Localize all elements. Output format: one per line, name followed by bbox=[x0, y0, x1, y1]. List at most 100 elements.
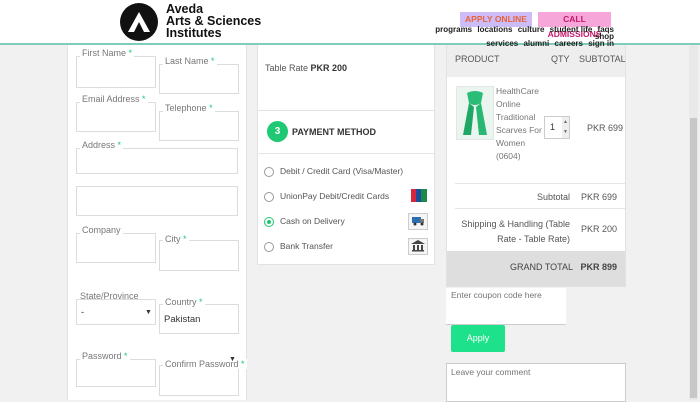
city-input[interactable] bbox=[159, 240, 239, 271]
email-field: Email Address * bbox=[76, 94, 156, 134]
email-input[interactable] bbox=[76, 102, 156, 132]
coupon-input[interactable] bbox=[451, 290, 561, 300]
chevron-down-icon: ▼ bbox=[229, 356, 236, 363]
password-field: Password * bbox=[76, 351, 156, 387]
shipping-label-line: Rate - Table Rate) bbox=[497, 234, 570, 244]
radio-button[interactable] bbox=[264, 192, 274, 202]
radio-button[interactable] bbox=[264, 167, 274, 177]
first-name-label: First Name bbox=[82, 48, 127, 58]
step-number-badge: 3 bbox=[267, 121, 288, 142]
product-name-line: (0604) bbox=[496, 151, 521, 161]
payment-option-unionpay[interactable]: UnionPay Debit/Credit Cards bbox=[264, 188, 428, 204]
grand-total-value: PKR 899 bbox=[580, 262, 617, 272]
nav-link-student-life[interactable]: student life bbox=[550, 25, 593, 34]
divider bbox=[455, 183, 625, 184]
bank-icon bbox=[408, 238, 428, 255]
last-name-field: Last Name * bbox=[159, 56, 239, 96]
billing-address-panel: First Name * Last Name * Email Address *… bbox=[67, 43, 247, 400]
radio-button-selected[interactable] bbox=[264, 217, 274, 227]
nav-link-sign-in[interactable]: sign in bbox=[588, 39, 614, 48]
payment-option-bank-transfer[interactable]: Bank Transfer bbox=[264, 238, 428, 255]
last-name-input[interactable] bbox=[159, 64, 239, 94]
scrollbar-thumb[interactable] bbox=[690, 118, 697, 398]
comment-field bbox=[446, 363, 626, 402]
required-mark: * bbox=[142, 94, 146, 104]
state-label: State/Province bbox=[80, 291, 139, 301]
required-mark: * bbox=[117, 140, 122, 150]
country-label: Country bbox=[165, 297, 197, 307]
first-name-input[interactable] bbox=[76, 56, 156, 88]
state-select[interactable] bbox=[76, 299, 156, 325]
required-mark: * bbox=[209, 103, 213, 113]
password-input[interactable] bbox=[76, 359, 156, 387]
address-label: Address bbox=[82, 140, 116, 150]
last-name-label: Last Name bbox=[165, 56, 209, 66]
product-name-line: Online bbox=[496, 99, 521, 109]
shipping-rate[interactable]: Table Rate PKR 200 bbox=[265, 63, 347, 73]
grand-total-row: GRAND TOTAL PKR 899 bbox=[447, 251, 625, 286]
payment-method-title: PAYMENT METHOD bbox=[292, 127, 377, 137]
required-mark: * bbox=[183, 234, 187, 244]
payment-option-label: Bank Transfer bbox=[280, 241, 333, 251]
grand-total-label: GRAND TOTAL bbox=[509, 262, 573, 272]
nav-link-alumni[interactable]: alumni bbox=[523, 39, 549, 48]
subtotal-value: PKR 699 bbox=[580, 192, 617, 202]
divider bbox=[455, 208, 625, 209]
column-product: PRODUCT bbox=[455, 54, 500, 64]
shipping-handling-label: Shipping & Handling (Table Rate - Table … bbox=[461, 217, 570, 247]
product-thumbnail[interactable] bbox=[456, 86, 494, 140]
payment-option-label: Debit / Credit Card (Visa/Master) bbox=[280, 166, 404, 176]
state-value: - bbox=[81, 307, 85, 318]
telephone-input[interactable] bbox=[159, 111, 239, 141]
password-label: Password bbox=[82, 351, 122, 361]
nav-link-culture[interactable]: culture bbox=[518, 25, 545, 34]
address-line2-input[interactable] bbox=[76, 186, 238, 216]
quantity-value: 1 bbox=[550, 122, 556, 132]
country-value: Pakistan bbox=[164, 314, 201, 325]
email-label: Email Address bbox=[82, 94, 140, 104]
nav-link-programs[interactable]: programs bbox=[435, 25, 472, 34]
order-summary-panel: PRODUCT QTY SUBTOTAL HealthCare Online T… bbox=[446, 35, 626, 287]
apply-coupon-button[interactable]: Apply bbox=[451, 325, 505, 352]
state-field: State/Province - ▼ bbox=[76, 291, 156, 327]
required-mark: * bbox=[211, 56, 215, 66]
shipping-rate-label: Table Rate bbox=[265, 63, 309, 73]
payment-option-label: UnionPay Debit/Credit Cards bbox=[280, 191, 390, 201]
address-input[interactable] bbox=[76, 148, 238, 174]
comment-textarea[interactable] bbox=[451, 367, 619, 397]
item-subtotal: PKR 699 bbox=[587, 123, 624, 133]
telephone-label: Telephone bbox=[165, 103, 207, 113]
shipping-handling-value: PKR 200 bbox=[580, 224, 617, 234]
stepper-arrows-icon[interactable]: ▲ ▼ bbox=[562, 117, 569, 138]
quantity-stepper[interactable]: 1 ▲ ▼ bbox=[544, 116, 570, 139]
chevron-down-icon: ▼ bbox=[145, 309, 152, 316]
confirm-password-label: Confirm Password bbox=[165, 359, 239, 369]
radio-button[interactable] bbox=[264, 242, 274, 252]
confirm-password-field: Confirm Password * ▼ bbox=[159, 356, 247, 399]
company-label: Company bbox=[82, 225, 121, 235]
aveda-logo-icon[interactable] bbox=[120, 3, 158, 41]
subtotal-label: Subtotal bbox=[536, 192, 570, 202]
logo-wordmark[interactable]: Aveda Arts & Sciences Institutes bbox=[166, 3, 261, 40]
site-header: Aveda Arts & Sciences Institutes APPLY O… bbox=[0, 0, 700, 48]
product-name-line: Women bbox=[496, 138, 526, 148]
required-mark: * bbox=[128, 48, 133, 58]
shipping-method-panel: Table Rate PKR 200 bbox=[257, 35, 435, 112]
nav-link-services[interactable]: services bbox=[486, 39, 518, 48]
product-name[interactable]: HealthCare Online Traditional Scarves Fo… bbox=[496, 85, 542, 163]
shipping-label-line: Shipping & Handling (Table bbox=[461, 219, 570, 229]
company-input[interactable] bbox=[76, 233, 156, 263]
payment-option-cash-on-delivery[interactable]: Cash on Delivery bbox=[264, 213, 428, 230]
nav-link-locations[interactable]: locations bbox=[477, 25, 512, 34]
unionpay-icon bbox=[410, 188, 428, 203]
address-field: Address * bbox=[76, 140, 238, 175]
city-field: City * bbox=[159, 234, 239, 274]
nav-link-careers[interactable]: careers bbox=[555, 39, 583, 48]
divider bbox=[258, 153, 434, 154]
logo-line: Institutes bbox=[166, 26, 222, 40]
first-name-field: First Name * bbox=[76, 48, 156, 88]
column-subtotal: SUBTOTAL bbox=[579, 54, 626, 64]
required-mark: * bbox=[124, 351, 128, 361]
confirm-password-input[interactable] bbox=[159, 365, 239, 396]
payment-option-card[interactable]: Debit / Credit Card (Visa/Master) bbox=[264, 165, 428, 179]
